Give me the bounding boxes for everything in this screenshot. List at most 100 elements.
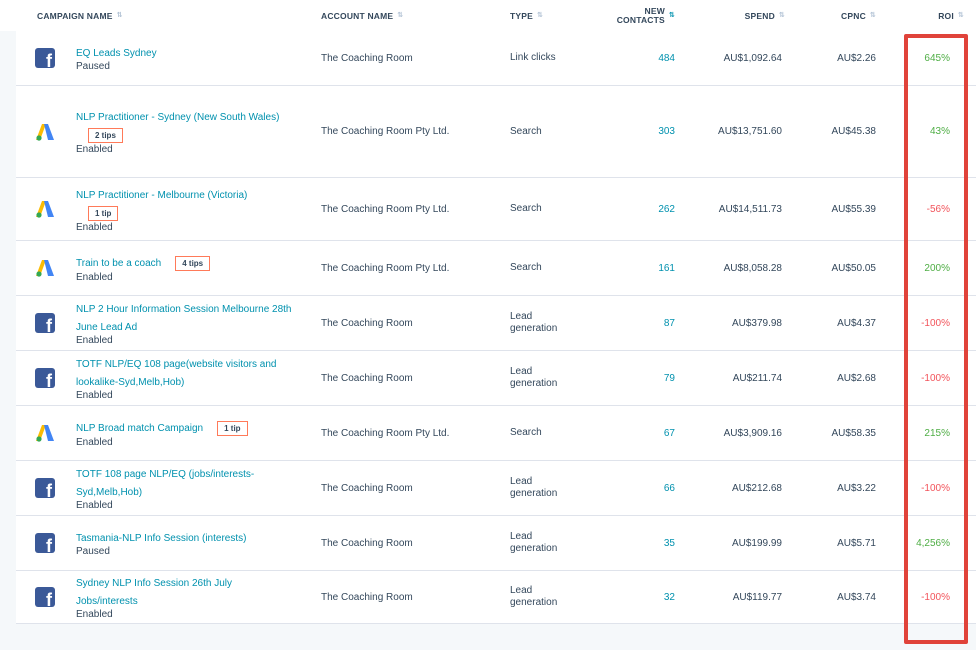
header-new-contacts[interactable]: NEW CONTACTS ⇅ [600,0,675,31]
campaign-name-link[interactable]: TOTF 108 page NLP/EQ (jobs/interests-Syd… [76,469,254,498]
table-row[interactable]: NLP Practitioner - Sydney (New South Wal… [16,86,976,178]
contacts-cell: 67 [616,406,675,460]
campaign-table-view: CAMPAIGN NAME ⇅ ACCOUNT NAME ⇅ TYPE ⇅ NEW C… [0,0,976,650]
campaign-status: Enabled [76,609,113,620]
account-cell: The Coaching Room [321,461,491,515]
campaign-status: Enabled [76,271,113,283]
header-label: CONTACTS [616,14,665,25]
roi-cell: 215% [900,406,950,460]
sort-icon[interactable]: ⇅ [117,12,123,19]
contacts-cell-value[interactable]: 161 [658,263,675,274]
campaign-name-link[interactable]: TOTF NLP/EQ 108 page(website visitors an… [76,359,276,388]
contacts-cell-value[interactable]: 66 [664,483,675,494]
table-row[interactable]: f Tasmania-NLP Info Session (interests) Pa… [16,516,976,571]
campaign-status: Enabled [76,335,113,346]
contacts-cell-value[interactable]: 79 [664,373,675,384]
contacts-cell-value[interactable]: 67 [664,428,675,439]
account-cell: The Coaching Room [321,571,491,623]
campaign-status: Enabled [76,500,113,511]
contacts-cell-value[interactable]: 35 [664,538,675,549]
table-row[interactable]: f TOTF NLP/EQ 108 page(website visitors a… [16,351,976,406]
header-campaign-name[interactable]: CAMPAIGN NAME ⇅ [37,0,123,31]
contacts-cell-value[interactable]: 32 [664,592,675,603]
type-cell: Lead generation [510,571,600,623]
contacts-cell-value[interactable]: 262 [658,204,675,215]
header-cpnc[interactable]: CPNC ⇅ [820,0,876,31]
tips-badge[interactable]: 1 tip [217,420,248,436]
sort-icon[interactable]: ⇅ [870,12,876,19]
account-cell-value: The Coaching Room [321,372,413,384]
contacts-cell-value[interactable]: 484 [658,53,675,64]
header-label: TYPE [510,10,534,21]
campaign-cell: NLP 2 Hour Information Session Melbourne… [76,296,296,350]
sort-icon[interactable]: ⇅ [958,12,964,19]
type-stack: Search [510,203,542,215]
cpnc-cell: AU$2.26 [806,31,876,85]
table-row[interactable]: NLP Broad match Campaign 1 tip Enabled The … [16,406,976,461]
table-row[interactable]: f NLP 2 Hour Information Session Melbourn… [16,296,976,351]
table-row[interactable]: f EQ Leads Sydney Paused The Coaching Room L… [16,31,976,86]
tips-badge[interactable]: 4 tips [175,255,211,271]
table-row[interactable]: f Sydney NLP Info Session 26th July Jobs/… [16,571,976,624]
spend-cell: AU$8,058.28 [696,241,782,295]
campaign-cell: NLP Practitioner - Sydney (New South Wal… [76,86,296,177]
header-account-name[interactable]: ACCOUNT NAME ⇅ [321,0,403,31]
campaign-cell: NLP Broad match Campaign 1 tip Enabled [76,406,296,460]
campaign-name-link[interactable]: NLP 2 Hour Information Session Melbourne… [76,304,292,333]
contacts-cell: 35 [616,516,675,570]
cpnc-cell-value: AU$45.38 [831,126,876,137]
roi-cell-value: 645% [924,52,950,64]
sort-icon[interactable]: ⇅ [779,12,785,19]
type-value: Link clicks [510,52,556,63]
account-cell-value: The Coaching Room [321,317,413,329]
type-stack: Search [510,427,542,439]
spend-cell-value: AU$14,511.73 [718,203,782,215]
campaign-cell: NLP Practitioner - Melbourne (Victoria) 1… [76,178,296,240]
campaign-name-link[interactable]: EQ Leads Sydney [76,48,157,59]
header-type[interactable]: TYPE ⇅ [510,0,543,31]
spend-cell: AU$379.98 [696,296,782,350]
roi-cell-value: -100% [921,317,950,329]
account-cell-value: The Coaching Room [321,591,413,603]
google-ads-icon [35,423,55,443]
table-row[interactable]: Train to be a coach 4 tips Enabled The Coac… [16,241,976,296]
type-stack: Link clicks [510,52,556,64]
campaign-name-link[interactable]: NLP Practitioner - Melbourne (Victoria) [76,190,247,201]
campaign-name-link[interactable]: Sydney NLP Info Session 26th July Jobs/i… [76,578,232,607]
sort-icon[interactable]: ⇅ [537,12,543,19]
account-cell: The Coaching Room [321,31,491,85]
campaign-name-line: TOTF 108 page NLP/EQ (jobs/interests-Syd… [76,464,296,500]
campaign-name-link[interactable]: NLP Practitioner - Sydney (New South Wal… [76,112,279,123]
contacts-cell-value[interactable]: 87 [664,318,675,329]
contacts-cell-value[interactable]: 303 [658,126,675,137]
table-row[interactable]: f TOTF 108 page NLP/EQ (jobs/interests-Sy… [16,461,976,516]
cpnc-cell-value: AU$2.26 [837,52,876,64]
campaign-cell: TOTF NLP/EQ 108 page(website visitors an… [76,351,296,405]
campaign-name-link[interactable]: Train to be a coach [76,258,161,269]
roi-cell-value: -100% [921,482,950,494]
account-cell: The Coaching Room Pty Ltd. [321,178,491,240]
campaign-cell: TOTF 108 page NLP/EQ (jobs/interests-Syd… [76,461,296,515]
campaign-name-line: NLP 2 Hour Information Session Melbourne… [76,299,296,335]
sort-icon[interactable]: ⇅ [397,12,403,19]
tips-badge[interactable]: 2 tips [88,128,123,143]
tips-badge[interactable]: 1 tip [88,205,119,221]
campaign-name-link[interactable]: NLP Broad match Campaign [76,423,203,434]
contacts-cell: 262 [616,178,675,240]
google-ads-icon [35,258,55,278]
type-cell: Search [510,178,600,240]
type-value: Search [510,262,542,273]
header-spend[interactable]: SPEND ⇅ [720,0,785,31]
table-row[interactable]: NLP Practitioner - Melbourne (Victoria) 1… [16,178,976,241]
type-cell: Link clicks [510,31,600,85]
roi-cell: -100% [900,351,950,405]
spend-cell-value: AU$13,751.60 [718,126,782,137]
contacts-cell: 66 [616,461,675,515]
roi-cell-value: 215% [924,427,950,439]
roi-cell: 200% [900,241,950,295]
campaign-name-link[interactable]: Tasmania-NLP Info Session (interests) [76,533,246,544]
sort-desc-icon[interactable]: ⇅ [669,12,675,19]
type-stack: Lead generation [510,531,557,555]
header-roi[interactable]: ROI ⇅ [910,0,964,31]
table-header: CAMPAIGN NAME ⇅ ACCOUNT NAME ⇅ TYPE ⇅ NEW C… [0,0,976,32]
